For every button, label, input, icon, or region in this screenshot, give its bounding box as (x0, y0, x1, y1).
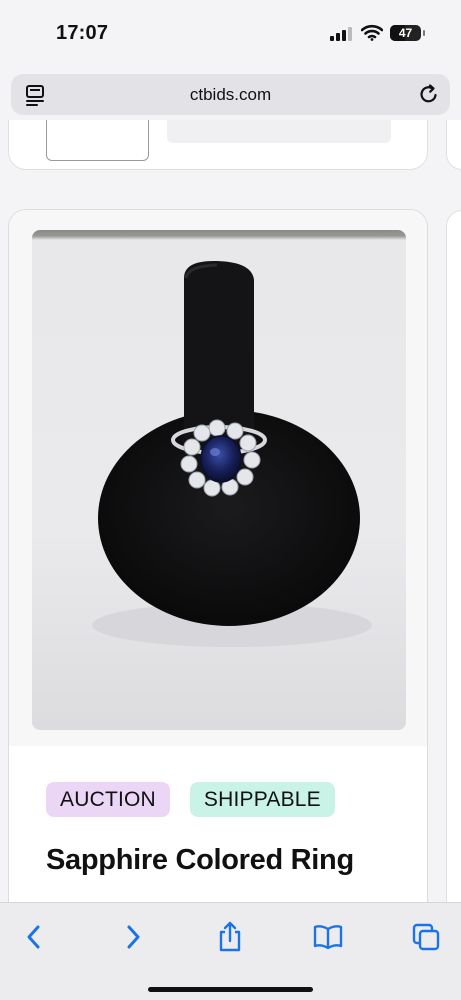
listing-badges: AUCTION SHIPPABLE (46, 782, 355, 818)
back-icon[interactable] (16, 921, 52, 953)
previous-listing-placeholder (167, 120, 391, 143)
forward-icon[interactable] (115, 921, 151, 953)
home-indicator[interactable] (148, 987, 313, 992)
listing-photo[interactable] (32, 230, 406, 730)
status-time: 17:07 (56, 22, 109, 44)
signal-icon (330, 27, 354, 41)
address-bar[interactable]: ctbids.com (11, 74, 450, 115)
browser-toolbar (0, 902, 461, 1000)
url-text[interactable]: ctbids.com (11, 85, 450, 105)
share-icon[interactable] (212, 921, 248, 953)
next-listing-card-edge[interactable] (446, 210, 461, 902)
battery-level: 47 (398, 26, 413, 40)
previous-listing-thumbnail[interactable] (46, 120, 149, 161)
status-bar: 17:07 47 (0, 0, 461, 66)
bookmarks-icon[interactable] (310, 921, 346, 953)
battery-icon: 47 (390, 25, 425, 41)
auction-badge: AUCTION (46, 782, 170, 817)
listing-title[interactable]: Sapphire Colored Ring (46, 844, 354, 877)
wifi-icon (360, 24, 384, 46)
shippable-badge: SHIPPABLE (189, 782, 335, 817)
previous-listing-card[interactable] (8, 120, 428, 170)
listing-photo-area[interactable] (9, 210, 427, 746)
reload-icon[interactable] (418, 83, 440, 105)
page-content[interactable]: AUCTION SHIPPABLE Sapphire Colored Ring (0, 120, 461, 902)
listing-card[interactable]: AUCTION SHIPPABLE Sapphire Colored Ring (8, 209, 428, 902)
next-column-card-edge[interactable] (446, 120, 461, 170)
tabs-icon[interactable] (408, 921, 444, 953)
